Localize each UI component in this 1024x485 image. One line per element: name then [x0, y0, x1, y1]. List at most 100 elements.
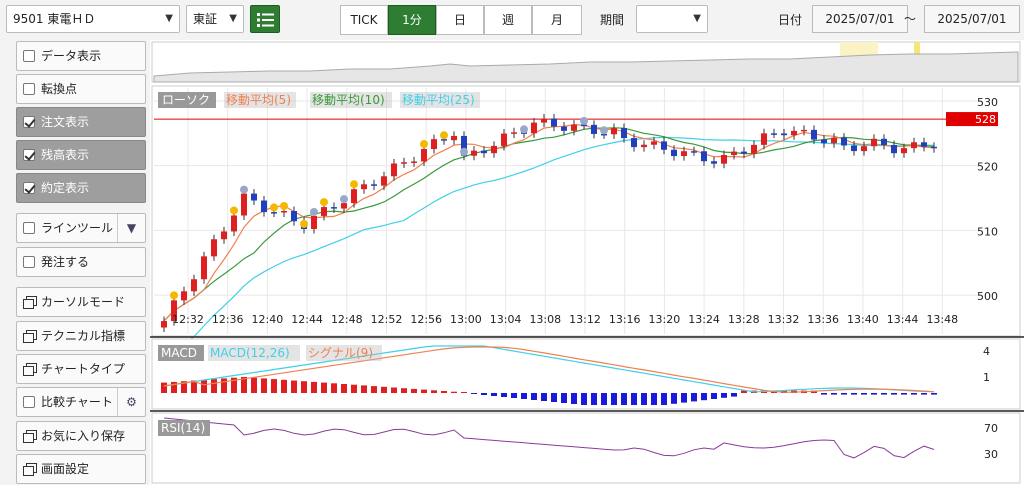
macd-histogram-bar [521, 393, 527, 399]
execution-marker[interactable] [460, 147, 468, 156]
period-day-button[interactable]: 日 [436, 5, 484, 35]
cursor-mode-button[interactable]: カーソルモード [16, 287, 146, 317]
x-tick-label: 13:12 [569, 313, 601, 326]
checkbox-icon [23, 396, 35, 408]
market-value: 東証 [193, 12, 218, 26]
line-tool-toggle[interactable]: ラインツール ▼ [16, 213, 146, 243]
date-label: 日付 [778, 13, 803, 27]
execution-marker[interactable] [240, 185, 248, 194]
candle [621, 128, 627, 139]
checkbox-icon [23, 256, 35, 268]
sidebar-item-label: 転換点 [41, 82, 78, 96]
execution-marker[interactable] [580, 116, 588, 125]
compare-chart-toggle[interactable]: 比較チャート ⚙ [16, 387, 146, 417]
candle [361, 184, 367, 190]
candle [211, 239, 217, 257]
sidebar-item-label: 画面設定 [41, 462, 90, 476]
macd-histogram-bar [171, 381, 177, 393]
execution-marker[interactable] [310, 207, 318, 216]
range-select[interactable]: ▼ [636, 5, 708, 33]
macd-histogram-bar [921, 393, 927, 395]
candle [501, 133, 507, 146]
technical-indicator-button[interactable]: テクニカル指標 [16, 321, 146, 351]
legend-candle: ローソク [162, 93, 210, 107]
period-tick-button[interactable]: TICK [340, 5, 388, 35]
execution-marker[interactable] [440, 131, 448, 140]
symbol-select[interactable]: 9501 東電ＨＤ ▼ [6, 5, 180, 33]
execution-marker[interactable] [230, 206, 238, 215]
candle [371, 184, 377, 186]
macd-histogram-bar [661, 393, 667, 405]
rsi-tick-30: 30 [984, 448, 998, 461]
execution-marker[interactable] [340, 195, 348, 204]
date-to-input[interactable]: 2025/07/01 [924, 5, 1020, 33]
macd-histogram-bar [391, 387, 397, 393]
execution-marker[interactable] [300, 219, 308, 228]
chevron-down-icon[interactable]: ▼ [117, 214, 145, 242]
macd-histogram-bar [731, 393, 737, 397]
candle [801, 129, 807, 132]
macd-tick-1: 1 [983, 371, 990, 384]
execution-marker[interactable] [170, 291, 178, 300]
execution-marker[interactable] [350, 180, 358, 189]
sidebar-item-label: データ表示 [41, 49, 102, 63]
candle [741, 151, 747, 154]
candle [381, 176, 387, 186]
balance-display-toggle[interactable]: 残高表示 [16, 140, 146, 170]
candle [541, 118, 547, 123]
candle [341, 203, 347, 209]
place-order-toggle[interactable]: 発注する [16, 247, 146, 277]
gear-icon[interactable]: ⚙ [117, 388, 145, 416]
period-month-button[interactable]: 月 [532, 5, 582, 35]
list-button[interactable] [250, 5, 280, 33]
execution-marker[interactable] [420, 140, 428, 149]
candle [401, 162, 407, 164]
x-tick-label: 13:24 [688, 313, 720, 326]
price-chart[interactable]: 528 530 520 510 500 ローソク 移動平均(5) 移動平均(10) 移… [150, 40, 1024, 485]
candle [231, 215, 237, 232]
sidebar-item-label: カーソルモード [41, 295, 126, 309]
order-display-toggle[interactable]: 注文表示 [16, 107, 146, 137]
sidebar-item-label: テクニカル指標 [41, 329, 126, 343]
execution-marker[interactable] [320, 198, 328, 207]
candle [311, 215, 317, 229]
checkbox-icon [23, 83, 35, 95]
candle [721, 154, 727, 164]
y-tick-label: 510 [977, 225, 998, 238]
sidebar-item-label: 残高表示 [41, 148, 90, 162]
candle [881, 138, 887, 145]
macd-histogram-bar [651, 393, 657, 405]
data-display-toggle[interactable]: データ表示 [16, 41, 146, 71]
macd-histogram-bar [351, 384, 357, 393]
screen-settings-button[interactable]: 画面設定 [16, 454, 146, 484]
execution-marker[interactable] [270, 203, 278, 212]
sidebar-item-label: お気に入り保存 [41, 429, 126, 443]
macd-histogram-bar [431, 390, 437, 393]
candle [811, 129, 817, 140]
macd-histogram-bar [581, 393, 587, 405]
candle [181, 291, 187, 301]
turning-point-toggle[interactable]: 転換点 [16, 74, 146, 104]
chart-area[interactable]: 528 530 520 510 500 ローソク 移動平均(5) 移動平均(10) 移… [150, 40, 1024, 485]
overview-strip[interactable] [151, 41, 1021, 83]
market-select[interactable]: 東証 ▼ [186, 5, 244, 33]
candle [841, 137, 847, 146]
window-icon [23, 296, 37, 309]
candle [201, 256, 207, 280]
candle [241, 193, 247, 216]
period-1min-button[interactable]: 1分 [388, 5, 436, 35]
checkbox-icon [23, 222, 35, 234]
favorite-save-button[interactable]: お気に入り保存 [16, 421, 146, 451]
execution-display-toggle[interactable]: 約定表示 [16, 173, 146, 203]
execution-marker[interactable] [280, 202, 288, 211]
execution-marker[interactable] [600, 126, 608, 135]
symbol-value: 9501 東電ＨＤ [13, 12, 96, 26]
macd-histogram-bar [251, 377, 257, 393]
period-week-button[interactable]: 週 [484, 5, 532, 35]
macd-histogram-bar [851, 393, 857, 395]
execution-marker[interactable] [520, 125, 528, 134]
x-tick-label: 13:00 [450, 313, 482, 326]
date-from-input[interactable]: 2025/07/01 [812, 5, 908, 33]
x-tick-label: 12:44 [291, 313, 323, 326]
chart-type-button[interactable]: チャートタイプ [16, 354, 146, 384]
